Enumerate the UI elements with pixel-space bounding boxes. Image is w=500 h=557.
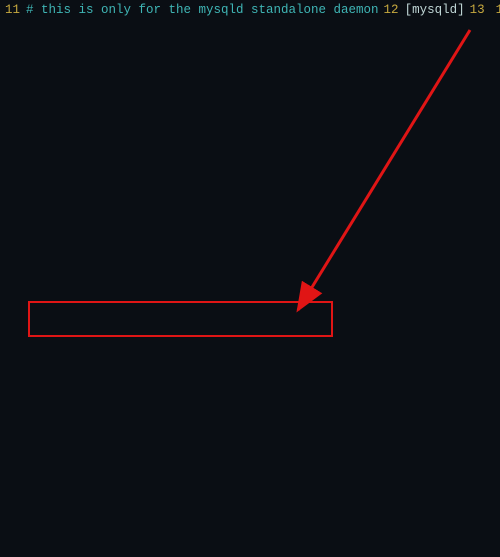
code-line[interactable]: 11# this is only for the mysqld standalo… — [0, 2, 379, 19]
line-number: 12 — [379, 2, 405, 19]
code-editor[interactable]: 11# this is only for the mysqld standalo… — [0, 0, 500, 19]
highlight-box — [28, 301, 333, 337]
line-number: 14 — [491, 2, 500, 19]
code-line[interactable]: 14# — [491, 2, 500, 19]
line-content: [mysqld] — [405, 2, 465, 19]
line-content: # this is only for the mysqld standalone… — [26, 2, 379, 19]
code-line[interactable]: 12[mysqld] — [379, 2, 465, 19]
annotation-arrow — [0, 0, 500, 557]
code-line[interactable]: 13 — [465, 2, 491, 19]
line-number: 11 — [0, 2, 26, 19]
line-number: 13 — [465, 2, 491, 19]
